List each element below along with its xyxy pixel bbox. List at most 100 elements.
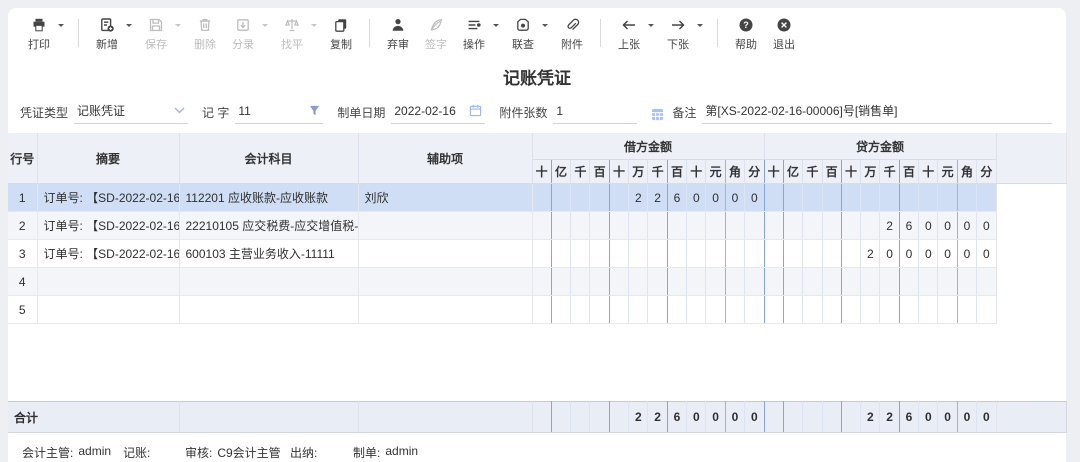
credit-digit-cell[interactable]: 0 bbox=[919, 212, 938, 240]
linkquery-dropdown-caret-icon[interactable] bbox=[542, 24, 548, 30]
debit-digit-cell[interactable] bbox=[706, 212, 725, 240]
debit-digit-cell[interactable] bbox=[609, 184, 628, 212]
credit-digit-cell[interactable] bbox=[861, 296, 880, 324]
debit-digit-cell[interactable] bbox=[532, 268, 551, 296]
print-dropdown-caret-icon[interactable] bbox=[58, 24, 64, 30]
debit-digit-cell[interactable] bbox=[551, 296, 570, 324]
toolbar-button-print[interactable]: 打印 bbox=[23, 16, 55, 52]
account-cell[interactable]: 600103 主营业务收入-11111 bbox=[179, 240, 358, 268]
credit-digit-cell[interactable] bbox=[841, 296, 860, 324]
credit-digit-cell[interactable] bbox=[977, 184, 996, 212]
credit-digit-cell[interactable] bbox=[938, 296, 957, 324]
debit-digit-cell[interactable]: 2 bbox=[629, 184, 648, 212]
debit-digit-cell[interactable] bbox=[745, 268, 764, 296]
credit-digit-cell[interactable]: 0 bbox=[880, 240, 899, 268]
entry-dropdown-caret-icon[interactable] bbox=[262, 24, 268, 30]
credit-digit-cell[interactable] bbox=[783, 268, 802, 296]
aux-cell[interactable] bbox=[358, 212, 532, 240]
credit-digit-cell[interactable] bbox=[938, 268, 957, 296]
credit-digit-cell[interactable] bbox=[803, 212, 822, 240]
toolbar-button-operate[interactable]: 操作 bbox=[458, 16, 490, 52]
toolbar-button-copy[interactable]: 复制 bbox=[325, 16, 357, 52]
debit-digit-cell[interactable] bbox=[725, 212, 744, 240]
row-no-cell[interactable]: 1 bbox=[8, 184, 37, 212]
toolbar-button-sign[interactable]: 签字 bbox=[420, 16, 452, 52]
credit-digit-cell[interactable] bbox=[783, 296, 802, 324]
debit-digit-cell[interactable] bbox=[609, 296, 628, 324]
operate-dropdown-caret-icon[interactable] bbox=[493, 24, 499, 30]
save-dropdown-caret-icon[interactable] bbox=[175, 24, 181, 30]
credit-digit-cell[interactable] bbox=[783, 240, 802, 268]
summary-cell[interactable]: 订单号: 【SD-2022-02-16-00003... bbox=[37, 184, 179, 212]
calculator-icon[interactable] bbox=[651, 108, 664, 121]
debit-digit-cell[interactable]: 0 bbox=[706, 184, 725, 212]
credit-digit-cell[interactable]: 2 bbox=[861, 240, 880, 268]
credit-digit-cell[interactable] bbox=[861, 184, 880, 212]
credit-digit-cell[interactable] bbox=[841, 184, 860, 212]
debit-digit-cell[interactable] bbox=[648, 240, 667, 268]
aux-cell[interactable]: 刘欣 bbox=[358, 184, 532, 212]
aux-cell[interactable] bbox=[358, 240, 532, 268]
credit-digit-cell[interactable]: 0 bbox=[919, 240, 938, 268]
debit-digit-cell[interactable] bbox=[648, 296, 667, 324]
credit-digit-cell[interactable] bbox=[919, 184, 938, 212]
credit-digit-cell[interactable] bbox=[822, 240, 841, 268]
debit-digit-cell[interactable] bbox=[648, 268, 667, 296]
debit-digit-cell[interactable] bbox=[667, 240, 686, 268]
debit-digit-cell[interactable] bbox=[667, 296, 686, 324]
row-no-cell[interactable]: 4 bbox=[8, 268, 37, 296]
debit-digit-cell[interactable] bbox=[590, 240, 609, 268]
debit-digit-cell[interactable] bbox=[745, 296, 764, 324]
toolbar-button-new[interactable]: 新增 bbox=[91, 16, 123, 52]
credit-digit-cell[interactable] bbox=[861, 212, 880, 240]
debit-digit-cell[interactable]: 6 bbox=[667, 184, 686, 212]
debit-digit-cell[interactable] bbox=[667, 212, 686, 240]
debit-digit-cell[interactable] bbox=[629, 296, 648, 324]
credit-digit-cell[interactable] bbox=[957, 268, 976, 296]
credit-digit-cell[interactable]: 0 bbox=[938, 212, 957, 240]
debit-digit-cell[interactable] bbox=[609, 268, 628, 296]
row-no-cell[interactable]: 5 bbox=[8, 296, 37, 324]
calendar-icon[interactable] bbox=[469, 104, 482, 117]
credit-digit-cell[interactable] bbox=[841, 268, 860, 296]
debit-digit-cell[interactable] bbox=[609, 212, 628, 240]
balance-dropdown-caret-icon[interactable] bbox=[311, 24, 317, 30]
row-no-cell[interactable]: 3 bbox=[8, 240, 37, 268]
debit-digit-cell[interactable] bbox=[571, 240, 590, 268]
next-dropdown-caret-icon[interactable] bbox=[697, 24, 703, 30]
voucher-row[interactable]: 5 bbox=[8, 296, 1066, 324]
summary-cell[interactable] bbox=[37, 268, 179, 296]
credit-digit-cell[interactable]: 0 bbox=[977, 240, 996, 268]
credit-digit-cell[interactable] bbox=[764, 296, 783, 324]
debit-digit-cell[interactable] bbox=[590, 268, 609, 296]
account-cell[interactable]: 112201 应收账款-应收账款 bbox=[179, 184, 358, 212]
debit-digit-cell[interactable] bbox=[590, 184, 609, 212]
debit-digit-cell[interactable] bbox=[590, 296, 609, 324]
credit-digit-cell[interactable] bbox=[764, 268, 783, 296]
credit-digit-cell[interactable] bbox=[803, 184, 822, 212]
debit-digit-cell[interactable] bbox=[629, 240, 648, 268]
chevron-down-icon[interactable] bbox=[174, 107, 185, 114]
credit-digit-cell[interactable] bbox=[880, 296, 899, 324]
debit-digit-cell[interactable] bbox=[745, 212, 764, 240]
new-dropdown-caret-icon[interactable] bbox=[126, 24, 132, 30]
debit-digit-cell[interactable] bbox=[551, 268, 570, 296]
debit-digit-cell[interactable] bbox=[706, 240, 725, 268]
debit-digit-cell[interactable] bbox=[629, 212, 648, 240]
toolbar-button-prev[interactable]: 上张 bbox=[613, 16, 645, 52]
credit-digit-cell[interactable] bbox=[783, 184, 802, 212]
toolbar-button-entry[interactable]: 分录 bbox=[227, 16, 259, 52]
debit-digit-cell[interactable] bbox=[571, 268, 590, 296]
toolbar-button-linkquery[interactable]: 联查 bbox=[507, 16, 539, 52]
debit-digit-cell[interactable] bbox=[706, 268, 725, 296]
credit-digit-cell[interactable] bbox=[822, 296, 841, 324]
toolbar-button-delete[interactable]: 删除 bbox=[189, 16, 221, 52]
credit-digit-cell[interactable] bbox=[977, 296, 996, 324]
summary-cell[interactable] bbox=[37, 296, 179, 324]
debit-digit-cell[interactable]: 0 bbox=[745, 184, 764, 212]
summary-cell[interactable]: 订单号: 【SD-2022-02-16-00003... bbox=[37, 212, 179, 240]
credit-digit-cell[interactable] bbox=[880, 184, 899, 212]
toolbar-button-unapprove[interactable]: 弃审 bbox=[382, 16, 414, 52]
summary-cell[interactable]: 订单号: 【SD-2022-02-16-00003... bbox=[37, 240, 179, 268]
debit-digit-cell[interactable] bbox=[532, 296, 551, 324]
